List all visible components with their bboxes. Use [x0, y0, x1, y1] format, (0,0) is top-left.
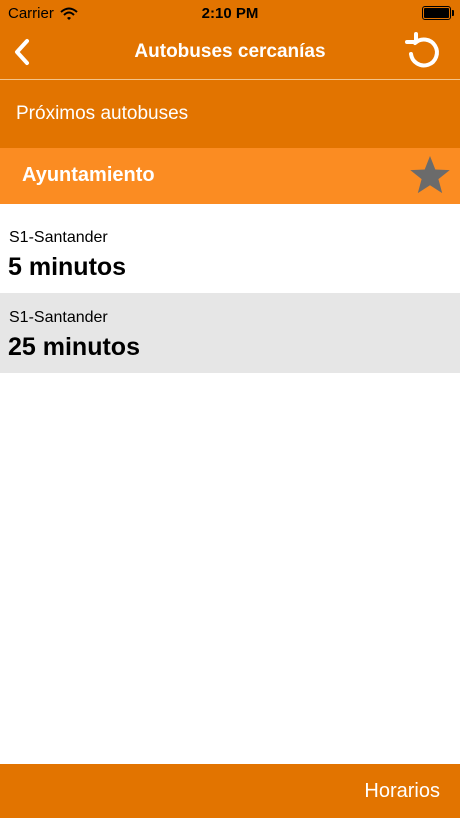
status-bar: Carrier 2:10 PM	[0, 0, 460, 26]
list-item[interactable]: S1-Santander 25 minutos	[0, 293, 460, 373]
stop-name: Ayuntamiento	[22, 164, 155, 186]
status-time: 2:10 PM	[201, 5, 259, 22]
star-icon[interactable]	[407, 153, 453, 199]
page-title: Autobuses cercanías	[134, 41, 326, 62]
battery-icon	[422, 6, 454, 20]
arrival-time: 25 minutos	[8, 333, 140, 361]
arrivals-list: S1-Santander 5 minutos S1-Santander 25 m…	[0, 214, 460, 373]
navigation-bar: Autobuses cercanías	[0, 26, 460, 80]
stop-bar: Ayuntamiento	[0, 148, 460, 204]
section-header: Próximos autobuses	[0, 80, 460, 148]
footer-bar: Horarios	[0, 764, 460, 818]
arrival-time: 5 minutos	[8, 253, 127, 281]
bus-line-label: S1-Santander	[9, 309, 108, 326]
section-title: Próximos autobuses	[16, 103, 189, 124]
bus-line-label: S1-Santander	[9, 229, 108, 246]
schedules-button[interactable]: Horarios	[364, 780, 440, 803]
refresh-icon[interactable]	[402, 30, 446, 74]
list-item[interactable]: S1-Santander 5 minutos	[0, 213, 460, 293]
